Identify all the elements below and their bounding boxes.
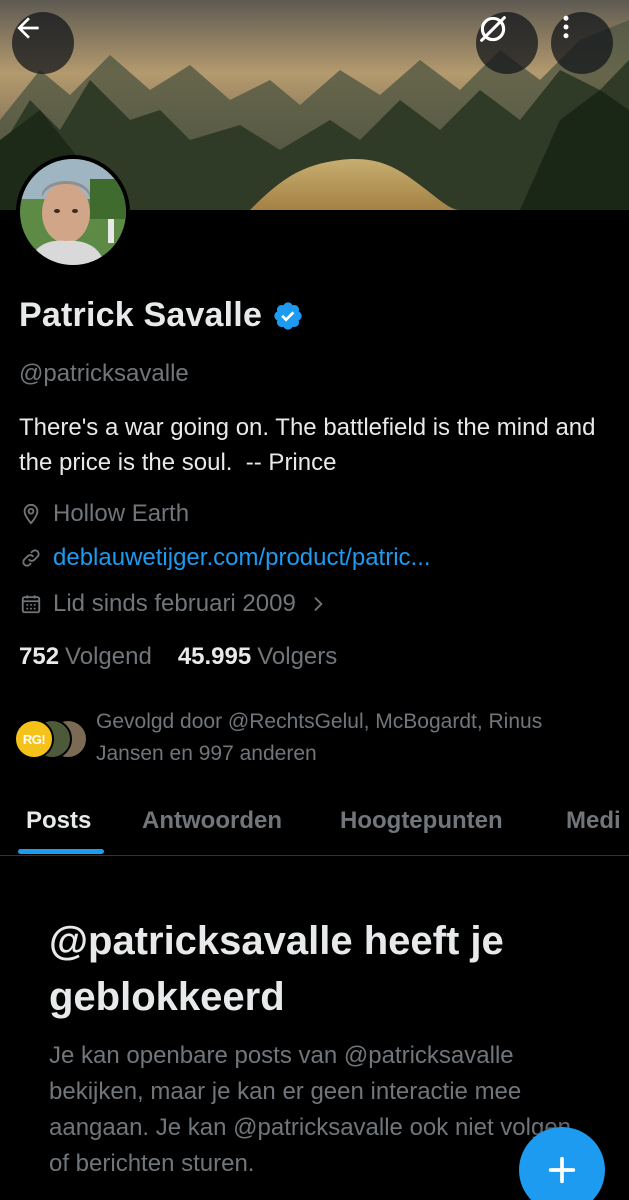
profile-website[interactable]: deblauwetijger.com/product/patric...	[19, 544, 431, 572]
active-tab-indicator	[18, 849, 104, 854]
following-stat[interactable]: 752 Volgend	[19, 643, 152, 671]
location-text: Hollow Earth	[53, 500, 190, 527]
tab-posts[interactable]: Posts	[26, 807, 91, 835]
compose-button[interactable]	[519, 1127, 605, 1200]
profile-location: Hollow Earth	[19, 500, 189, 528]
following-label: Volgend	[65, 643, 152, 670]
mutual-avatars: RG!	[14, 714, 88, 764]
chevron-right-icon	[306, 592, 330, 616]
mutual-avatar-text: RG!	[22, 731, 46, 747]
followed-by-row[interactable]: RG! Gevolgd door @RechtsGelul, McBogardt…	[14, 706, 614, 770]
profile-tabs: Posts Antwoorden Hoogtepunten Medi	[0, 790, 629, 856]
profile-handle: @patricksavalle	[19, 360, 189, 387]
joined-text: Lid sinds februari 2009	[53, 590, 296, 617]
blocked-description: Je kan openbare posts van @patricksavall…	[49, 1042, 572, 1177]
following-count: 752	[19, 643, 60, 670]
followers-stat[interactable]: 45.995 Volgers	[178, 643, 337, 671]
mutual-avatar: RG!	[14, 719, 54, 759]
profile-screen: Patrick Savalle @patricksavalle There's …	[0, 0, 629, 1200]
tab-media[interactable]: Medi	[566, 807, 621, 835]
profile-name-row: Patrick Savalle	[19, 296, 304, 335]
verified-badge-icon[interactable]	[272, 300, 304, 332]
tab-highlights[interactable]: Hoogtepunten	[340, 807, 503, 835]
more-options-button[interactable]	[551, 12, 613, 74]
profile-stats: 752 Volgend 45.995 Volgers	[19, 643, 337, 671]
arrow-left-icon	[17, 17, 39, 39]
link-icon	[19, 546, 43, 570]
location-pin-icon	[19, 502, 43, 526]
followers-count: 45.995	[177, 643, 252, 670]
followers-label: Volgers	[257, 643, 338, 670]
back-button[interactable]	[12, 12, 74, 74]
tab-replies[interactable]: Antwoorden	[142, 807, 282, 835]
profile-avatar[interactable]	[16, 155, 130, 269]
more-vertical-icon	[563, 15, 569, 39]
display-name: Patrick Savalle	[19, 296, 263, 334]
profile-joined[interactable]: Lid sinds februari 2009	[19, 590, 330, 618]
grok-button[interactable]	[476, 12, 538, 74]
calendar-icon	[19, 592, 43, 616]
avatar-photo	[20, 159, 126, 265]
plus-icon	[548, 1156, 576, 1184]
website-link[interactable]: deblauwetijger.com/product/patric...	[53, 544, 431, 572]
followed-by-text: Gevolgd door @RechtsGelul, McBogardt, Ri…	[96, 710, 543, 765]
grok-icon	[480, 16, 506, 42]
profile-bio: There's a war going on. The battlefield …	[19, 414, 603, 476]
blocked-title: @patricksavalle heeft je geblokkeerd	[49, 919, 504, 1019]
